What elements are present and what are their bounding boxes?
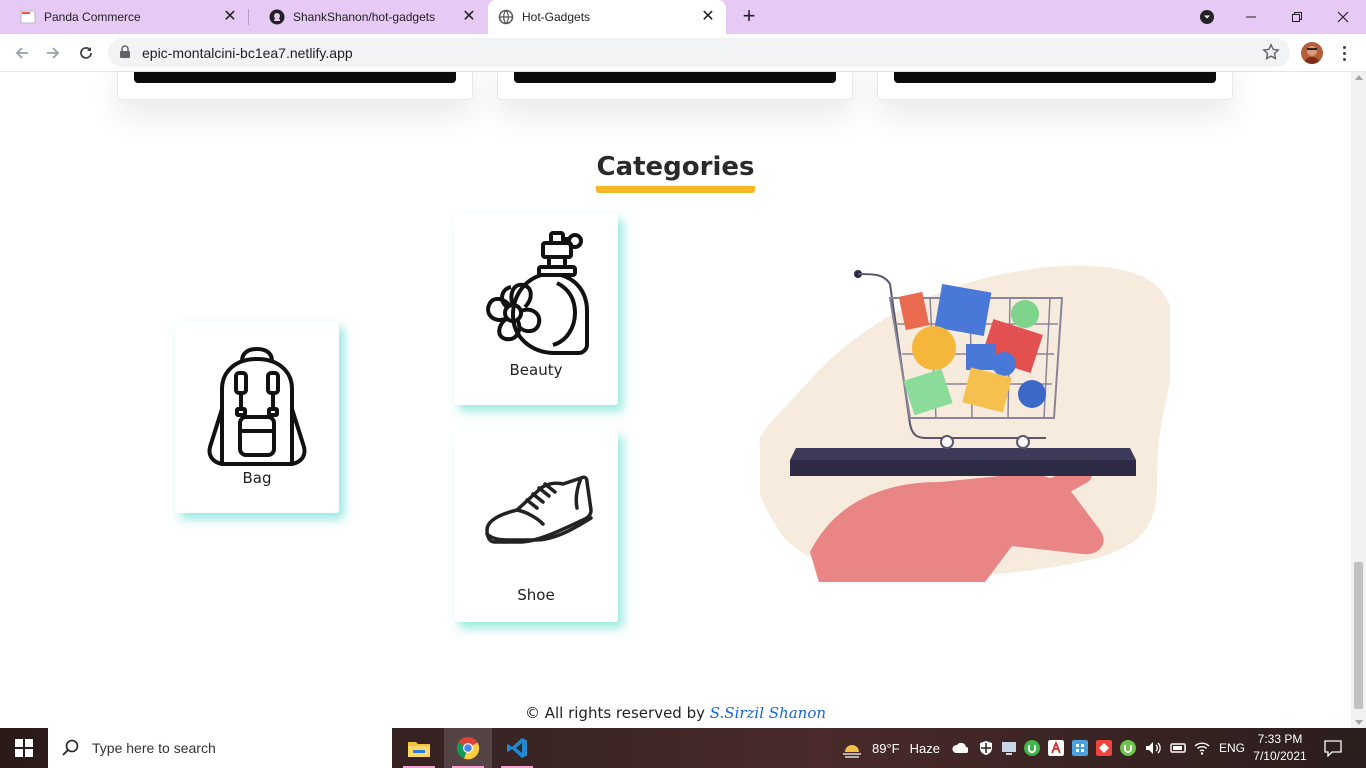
page-scrollbar[interactable] <box>1351 72 1366 728</box>
github-icon <box>269 9 285 25</box>
categories-heading: Categories <box>596 152 755 193</box>
chevron-down-icon <box>1200 10 1214 24</box>
category-label: Beauty <box>509 361 563 379</box>
tab-title: ShankShanon/hot-gadgets <box>293 10 436 24</box>
product-card <box>497 72 853 100</box>
page-footer: © All rights reserved by S.Sirzil Shanon <box>0 704 1351 722</box>
battery-icon[interactable] <box>1170 740 1186 756</box>
windows-logo-icon <box>15 739 33 757</box>
product-buy-button[interactable] <box>514 72 836 83</box>
tab-title: Hot-Gadgets <box>522 10 591 24</box>
search-placeholder: Type here to search <box>92 740 216 756</box>
product-buy-button[interactable] <box>134 72 456 83</box>
product-card <box>117 72 473 100</box>
categories-section-header: Categories <box>0 152 1351 193</box>
bookmark-star-icon[interactable] <box>1262 43 1280 66</box>
globe-icon <box>498 9 514 25</box>
footer-text: © All rights reserved by <box>524 704 710 722</box>
category-card-shoe[interactable]: Shoe <box>454 430 618 622</box>
tab-search-button[interactable] <box>1184 0 1230 34</box>
product-card <box>877 72 1233 100</box>
taskbar-search-box[interactable]: Type here to search <box>48 728 392 768</box>
close-icon <box>1337 11 1349 23</box>
security-shield-icon[interactable] <box>978 740 994 756</box>
close-tab-icon[interactable]: ✕ <box>461 9 477 25</box>
forward-button[interactable] <box>40 40 66 66</box>
arrow-right-icon <box>47 47 60 59</box>
weather-widget[interactable]: 89°F Haze <box>842 728 940 768</box>
network-app-icon[interactable] <box>1072 740 1088 756</box>
minimize-icon <box>1246 16 1256 18</box>
utorrent-tray-icon[interactable] <box>1120 740 1136 756</box>
notification-center-icon[interactable] <box>1324 739 1342 757</box>
browser-tab-bar: Panda Commerce ✕ ShankShanon/hot-gadgets… <box>0 0 1366 34</box>
close-window-button[interactable] <box>1320 0 1366 34</box>
wifi-icon[interactable] <box>1194 740 1210 756</box>
page-viewport: Categories Bag Beauty Shoe © All rights … <box>0 72 1366 728</box>
reload-icon <box>80 47 92 59</box>
clock-time: 7:33 PM <box>1257 732 1303 746</box>
browser-toolbar: epic-montalcini-bc1ea7.netlify.app <box>0 34 1366 72</box>
category-label: Bag <box>242 469 272 487</box>
start-button[interactable] <box>0 728 48 768</box>
tab-github[interactable]: ShankShanon/hot-gadgets ✕ <box>249 0 487 34</box>
tab-hot-gadgets[interactable]: Hot-Gadgets ✕ <box>488 0 726 34</box>
search-icon <box>62 739 79 756</box>
scrollbar-thumb[interactable] <box>1354 562 1363 709</box>
product-buy-button[interactable] <box>894 72 1216 83</box>
scroll-down-arrow-icon[interactable] <box>1355 720 1363 725</box>
restore-icon <box>1292 12 1302 22</box>
minimize-button[interactable] <box>1228 0 1274 34</box>
panda-favicon-icon <box>20 9 36 25</box>
windows-taskbar: Type here to search 89°F Haze ENG 7:33 P… <box>0 728 1366 768</box>
clock-date: 7/10/2021 <box>1253 749 1307 763</box>
category-card-bag[interactable]: Bag <box>175 321 339 513</box>
onedrive-icon[interactable] <box>952 740 968 756</box>
category-card-beauty[interactable]: Beauty <box>454 213 618 405</box>
folder-icon <box>408 742 430 757</box>
url-text: epic-montalcini-bc1ea7.netlify.app <box>142 45 353 61</box>
close-tab-icon[interactable]: ✕ <box>222 9 238 25</box>
weather-haze-icon <box>843 745 861 758</box>
back-button[interactable] <box>9 40 35 66</box>
system-clock[interactable]: 7:33 PM 7/10/2021 <box>1252 731 1308 765</box>
chrome-button[interactable] <box>444 728 492 768</box>
close-tab-icon[interactable]: ✕ <box>700 9 716 25</box>
weather-temp: 89°F <box>872 740 900 756</box>
arrow-left-icon <box>15 47 28 59</box>
reload-button[interactable] <box>73 40 99 66</box>
tab-title: Panda Commerce <box>44 10 141 24</box>
adobe-acrobat-icon[interactable] <box>1048 740 1064 756</box>
browser-menu-button[interactable] <box>1336 42 1352 64</box>
profile-avatar[interactable] <box>1301 42 1323 64</box>
category-label: Shoe <box>517 586 555 604</box>
file-explorer-button[interactable] <box>395 728 443 768</box>
tab-panda-commerce[interactable]: Panda Commerce ✕ <box>0 0 248 34</box>
vscode-button[interactable] <box>493 728 541 768</box>
footer-author-link[interactable]: S.Sirzil Shanon <box>710 704 826 722</box>
new-tab-button[interactable]: + <box>737 5 761 29</box>
language-indicator[interactable]: ENG <box>1219 728 1245 768</box>
backpack-icon <box>207 347 307 466</box>
vscode-icon <box>507 738 527 758</box>
utorrent-icon[interactable] <box>1024 740 1040 756</box>
perfume-icon <box>486 231 589 355</box>
weather-desc: Haze <box>909 740 940 756</box>
volume-icon[interactable] <box>1145 740 1161 756</box>
display-icon[interactable] <box>1001 740 1017 756</box>
restore-button[interactable] <box>1274 0 1320 34</box>
shopping-cart-illustration <box>760 265 1170 582</box>
anydesk-icon[interactable] <box>1096 740 1112 756</box>
address-bar[interactable]: epic-montalcini-bc1ea7.netlify.app <box>108 38 1290 67</box>
language-label: ENG <box>1219 741 1246 755</box>
scroll-up-arrow-icon[interactable] <box>1355 75 1363 80</box>
chrome-icon <box>456 737 480 760</box>
lock-icon <box>119 45 131 64</box>
shoe-icon <box>485 475 593 544</box>
